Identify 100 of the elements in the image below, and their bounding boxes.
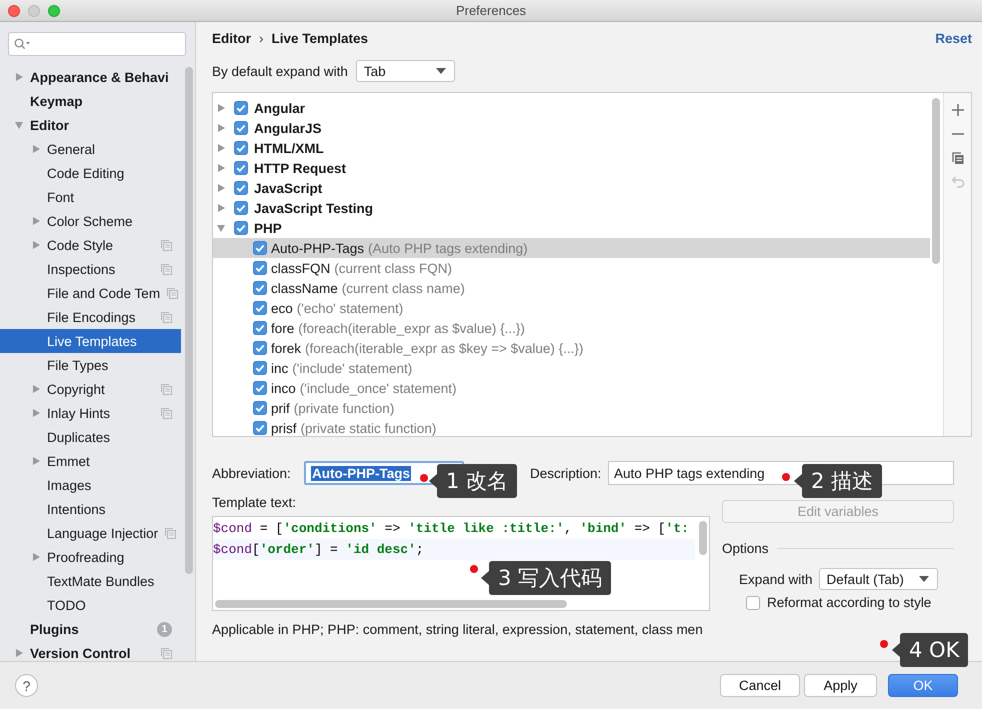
- copy-icon[interactable]: [950, 151, 964, 165]
- triangle-right-icon[interactable]: [31, 408, 41, 418]
- sidebar-item[interactable]: Inspections: [0, 257, 181, 281]
- template-row[interactable]: inco ('include_once' statement): [213, 378, 930, 398]
- sidebar-item[interactable]: Code Style: [0, 233, 181, 257]
- sidebar-item[interactable]: Copyright: [0, 377, 181, 401]
- checkbox[interactable]: [253, 261, 267, 275]
- template-row[interactable]: eco ('echo' statement): [213, 298, 930, 318]
- dialog-button[interactable]: Cancel: [720, 674, 800, 697]
- checkbox[interactable]: [746, 596, 760, 610]
- triangle-down-icon[interactable]: [14, 120, 24, 130]
- sidebar-item[interactable]: Keymap: [0, 89, 181, 113]
- search-field[interactable]: [8, 32, 186, 56]
- checkbox[interactable]: [253, 341, 267, 355]
- checkbox[interactable]: [253, 421, 267, 435]
- triangle-right-icon[interactable]: [31, 240, 41, 250]
- checkbox-label[interactable]: Reformat according to style: [767, 595, 932, 610]
- template-group[interactable]: PHP: [213, 218, 930, 238]
- sidebar-item[interactable]: Emmet: [0, 449, 181, 473]
- checkbox[interactable]: [253, 401, 267, 415]
- field-label: Expand with: [739, 572, 813, 586]
- close-button[interactable]: [8, 5, 20, 17]
- template-group[interactable]: JavaScript: [213, 178, 930, 198]
- pointer-icon: [429, 474, 437, 488]
- triangle-right-icon[interactable]: [31, 216, 41, 226]
- sidebar-item[interactable]: Editor: [0, 113, 181, 137]
- triangle-right-icon[interactable]: [216, 143, 226, 153]
- scrollbar[interactable]: [932, 98, 940, 264]
- checkbox[interactable]: [234, 141, 248, 155]
- checkbox[interactable]: [234, 201, 248, 215]
- template-row[interactable]: fore (foreach(iterable_expr as $value) {...}): [213, 318, 930, 338]
- template-row[interactable]: Auto-PHP-Tags (Auto PHP tags extending): [213, 238, 930, 258]
- sidebar-item[interactable]: Proofreading: [0, 545, 181, 569]
- sidebar-item[interactable]: Appearance & Behavi: [0, 65, 181, 89]
- sidebar-item[interactable]: File and Code Tem: [0, 281, 181, 305]
- checkbox[interactable]: [234, 121, 248, 135]
- help-button[interactable]: ?: [15, 674, 38, 697]
- scrollbar[interactable]: [185, 67, 193, 574]
- checkbox[interactable]: [253, 281, 267, 295]
- sidebar-item[interactable]: Images: [0, 473, 181, 497]
- checkbox[interactable]: [234, 101, 248, 115]
- triangle-down-icon[interactable]: [216, 223, 226, 233]
- template-group[interactable]: HTTP Request: [213, 158, 930, 178]
- template-group[interactable]: JavaScript Testing: [213, 198, 930, 218]
- checkbox[interactable]: [253, 381, 267, 395]
- template-group[interactable]: AngularJS: [213, 118, 930, 138]
- sidebar-item[interactable]: Duplicates: [0, 425, 181, 449]
- sidebar-item[interactable]: Live Templates: [0, 329, 181, 353]
- triangle-right-icon[interactable]: [31, 552, 41, 562]
- scrollbar[interactable]: [699, 521, 707, 555]
- sidebar-item[interactable]: Font: [0, 185, 181, 209]
- triangle-right-icon[interactable]: [216, 103, 226, 113]
- template-row[interactable]: forek (foreach(iterable_expr as $key => $value) {...}): [213, 338, 930, 358]
- triangle-right-icon[interactable]: [31, 456, 41, 466]
- template-row[interactable]: classFQN (current class FQN): [213, 258, 930, 278]
- checkbox[interactable]: [253, 361, 267, 375]
- triangle-right-icon[interactable]: [31, 144, 41, 154]
- template-row[interactable]: prif (private function): [213, 398, 930, 418]
- template-row[interactable]: className (current class name): [213, 278, 930, 298]
- template-group[interactable]: HTML/XML: [213, 138, 930, 158]
- checkbox[interactable]: [234, 221, 248, 235]
- sidebar-item[interactable]: Color Scheme: [0, 209, 181, 233]
- search-icon: [14, 38, 30, 50]
- triangle-right-icon[interactable]: [216, 203, 226, 213]
- dialog-button[interactable]: Apply: [804, 674, 877, 697]
- triangle-right-icon[interactable]: [216, 163, 226, 173]
- minimize-button[interactable]: [28, 5, 40, 17]
- triangle-right-icon[interactable]: [216, 183, 226, 193]
- breadcrumb-item[interactable]: Editor: [212, 31, 251, 46]
- field-label: By default expand with: [212, 64, 348, 78]
- checkbox[interactable]: [234, 161, 248, 175]
- sidebar-item[interactable]: Intentions: [0, 497, 181, 521]
- scrollbar[interactable]: [215, 600, 567, 608]
- sidebar-item[interactable]: TODO: [0, 593, 181, 617]
- template-group[interactable]: Angular: [213, 98, 930, 118]
- sidebar-item[interactable]: Plugins 1: [0, 617, 181, 641]
- reset-link[interactable]: Reset: [935, 31, 972, 46]
- sidebar-item[interactable]: Code Editing: [0, 161, 181, 185]
- template-row[interactable]: inc ('include' statement): [213, 358, 930, 378]
- checkbox[interactable]: [253, 301, 267, 315]
- checkbox[interactable]: [234, 181, 248, 195]
- checkbox[interactable]: [253, 241, 267, 255]
- sidebar-item[interactable]: File Types: [0, 353, 181, 377]
- triangle-right-icon[interactable]: [14, 648, 24, 658]
- sidebar-item[interactable]: Inlay Hints: [0, 401, 181, 425]
- sidebar-item[interactable]: Version Control: [0, 641, 181, 661]
- sidebar-item[interactable]: TextMate Bundles: [0, 569, 181, 593]
- add-icon[interactable]: [950, 103, 964, 117]
- triangle-right-icon[interactable]: [14, 72, 24, 82]
- template-row[interactable]: prisf (private static function): [213, 418, 930, 436]
- breadcrumb-item[interactable]: Live Templates: [272, 31, 368, 46]
- triangle-right-icon[interactable]: [216, 123, 226, 133]
- dropdown[interactable]: Tab: [356, 60, 455, 82]
- triangle-right-icon[interactable]: [31, 384, 41, 394]
- sidebar-item[interactable]: Language Injectior: [0, 521, 181, 545]
- sidebar-item[interactable]: File Encodings: [0, 305, 181, 329]
- sidebar-item[interactable]: General: [0, 137, 181, 161]
- dropdown[interactable]: Default (Tab): [818, 568, 938, 590]
- checkbox[interactable]: [253, 321, 267, 335]
- zoom-button[interactable]: [48, 5, 60, 17]
